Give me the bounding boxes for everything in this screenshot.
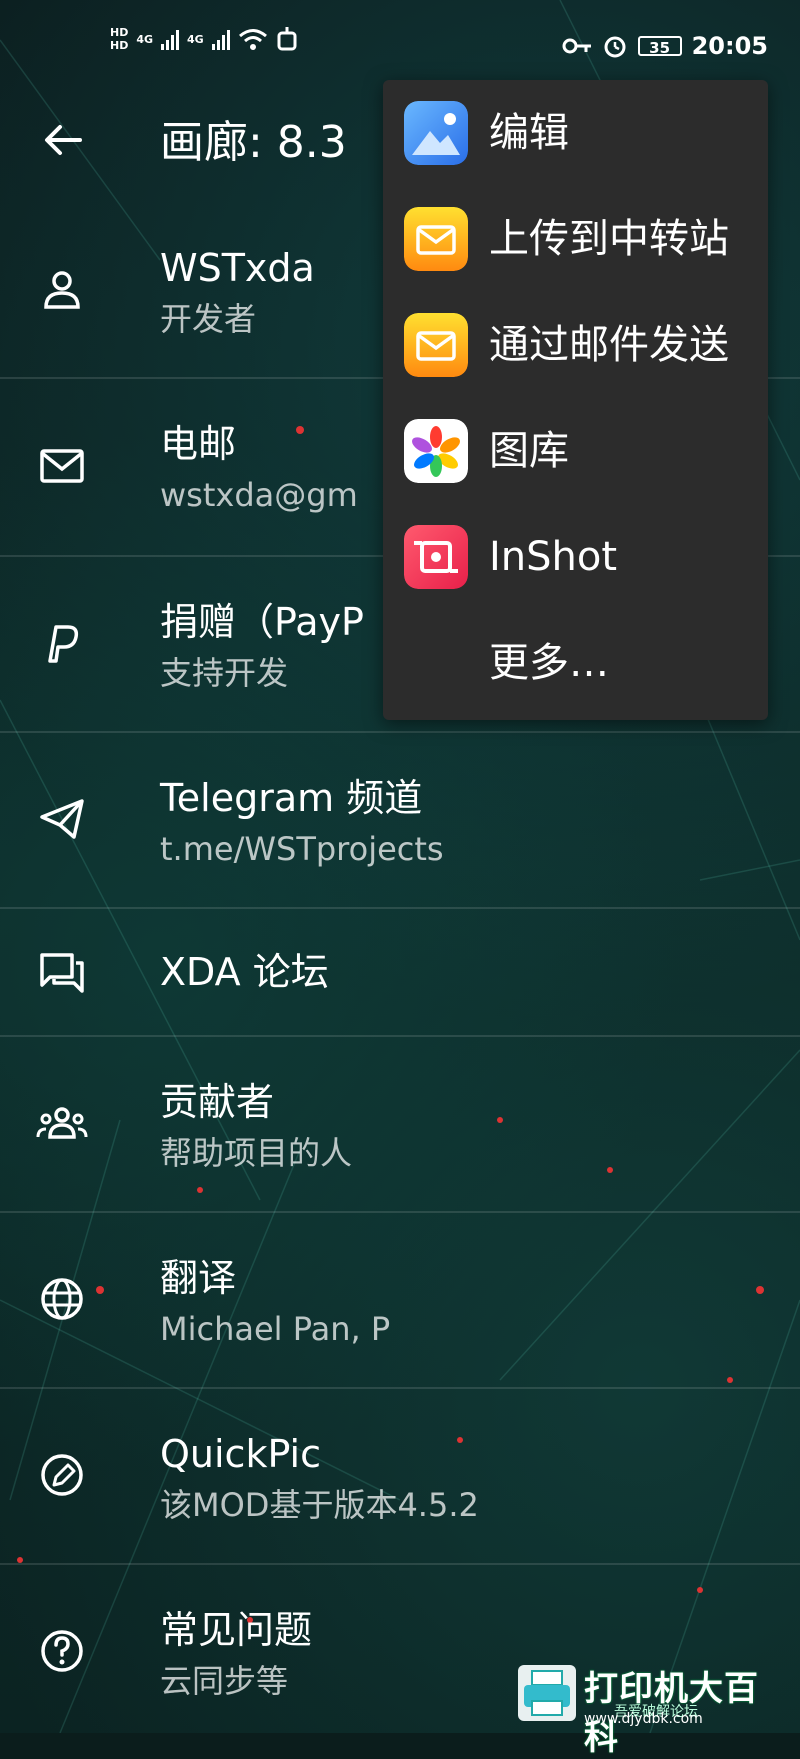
watermark-url: www.djydbk.com bbox=[584, 1711, 703, 1727]
list-item-translations[interactable]: 翻译 Michael Pan, P bbox=[0, 1213, 800, 1389]
item-title: 贡献者 bbox=[160, 1080, 275, 1124]
wifi-icon bbox=[238, 29, 267, 50]
help-icon bbox=[41, 1630, 83, 1672]
menu-item-label: 上传到中转站 bbox=[489, 216, 729, 262]
menu-item-send-email[interactable]: 通过邮件发送 bbox=[383, 292, 768, 398]
signal-2-icon bbox=[211, 28, 230, 50]
page-title: 画廊: 8.3 bbox=[160, 117, 347, 168]
item-subtitle: Michael Pan, P bbox=[160, 1310, 391, 1348]
globe-icon bbox=[41, 1278, 83, 1320]
paypal-icon bbox=[48, 625, 79, 663]
forum-icon bbox=[40, 953, 84, 993]
mail-app-icon bbox=[404, 207, 468, 271]
gallery-edit-icon bbox=[404, 101, 468, 165]
key-icon bbox=[562, 38, 591, 54]
list-item-telegram[interactable]: Telegram 频道 t.me/WSTprojects bbox=[0, 733, 800, 909]
menu-item-upload[interactable]: 上传到中转站 bbox=[383, 186, 768, 292]
share-popup-menu: 编辑 上传到中转站 通过邮件发送 图库 InShot 更多… bbox=[383, 80, 768, 720]
clock: 20:05 bbox=[691, 32, 768, 60]
battery-indicator: 35 bbox=[637, 36, 682, 57]
item-title: 翻译 bbox=[160, 1256, 237, 1300]
status-left: HD HD 4G 4G bbox=[110, 26, 298, 52]
watermark: 打印机大百科 吾爱破解论坛 www.djydbk.com bbox=[518, 1657, 788, 1758]
item-subtitle: 开发者 bbox=[160, 300, 257, 338]
menu-item-label: 通过邮件发送 bbox=[489, 322, 729, 368]
hd1-badge: HD bbox=[110, 26, 129, 39]
item-title: 电邮 bbox=[160, 422, 237, 466]
status-right: 35 20:05 bbox=[562, 32, 768, 60]
printer-logo-icon bbox=[518, 1665, 576, 1721]
menu-item-inshot[interactable]: InShot bbox=[383, 504, 768, 610]
list-item-xda-forum[interactable]: XDA 论坛 bbox=[0, 909, 800, 1037]
group-icon bbox=[36, 1107, 88, 1139]
item-subtitle: 该MOD基于版本4.5.2 bbox=[160, 1486, 479, 1524]
sim1-net-label: 4G bbox=[136, 32, 154, 46]
menu-item-gallery[interactable]: 图库 bbox=[383, 398, 768, 504]
menu-item-edit[interactable]: 编辑 bbox=[383, 80, 768, 186]
menu-item-label: 编辑 bbox=[489, 110, 569, 156]
alarm-icon bbox=[604, 36, 626, 58]
menu-item-label: 图库 bbox=[489, 428, 569, 474]
arrow-left-icon[interactable] bbox=[40, 117, 86, 163]
notification-icon bbox=[277, 27, 297, 51]
item-title: Telegram 频道 bbox=[160, 776, 423, 820]
telegram-icon bbox=[40, 799, 84, 839]
item-subtitle: wstxda@gm bbox=[160, 476, 358, 514]
menu-item-more[interactable]: 更多… bbox=[383, 610, 768, 716]
item-subtitle: t.me/WSTprojects bbox=[160, 830, 444, 868]
hd-badges: HD HD bbox=[110, 26, 128, 52]
photos-flower-icon bbox=[404, 419, 468, 483]
mail-app-icon bbox=[404, 313, 468, 377]
menu-item-label: InShot bbox=[489, 534, 618, 580]
item-title: XDA 论坛 bbox=[160, 950, 329, 994]
person-icon bbox=[44, 271, 80, 309]
sim2-net-label: 4G bbox=[187, 32, 204, 46]
inshot-icon bbox=[404, 525, 468, 589]
item-title: QuickPic bbox=[160, 1432, 321, 1476]
item-title: WSTxda bbox=[160, 246, 315, 290]
hd2-badge: HD bbox=[110, 39, 129, 52]
item-title: 常见问题 bbox=[160, 1608, 313, 1652]
signal-1-icon bbox=[161, 28, 180, 50]
item-subtitle: 帮助项目的人 bbox=[160, 1134, 353, 1172]
item-subtitle: 支持开发 bbox=[160, 654, 289, 692]
item-subtitle: 云同步等 bbox=[160, 1662, 289, 1700]
list-item-quickpic[interactable]: QuickPic 该MOD基于版本4.5.2 bbox=[0, 1389, 800, 1565]
item-title: 捐赠（PayP bbox=[160, 600, 364, 644]
mail-icon bbox=[40, 449, 84, 483]
list-item-contributors[interactable]: 贡献者 帮助项目的人 bbox=[0, 1037, 800, 1213]
menu-item-label: 更多… bbox=[489, 640, 609, 686]
edit-icon bbox=[41, 1454, 83, 1496]
